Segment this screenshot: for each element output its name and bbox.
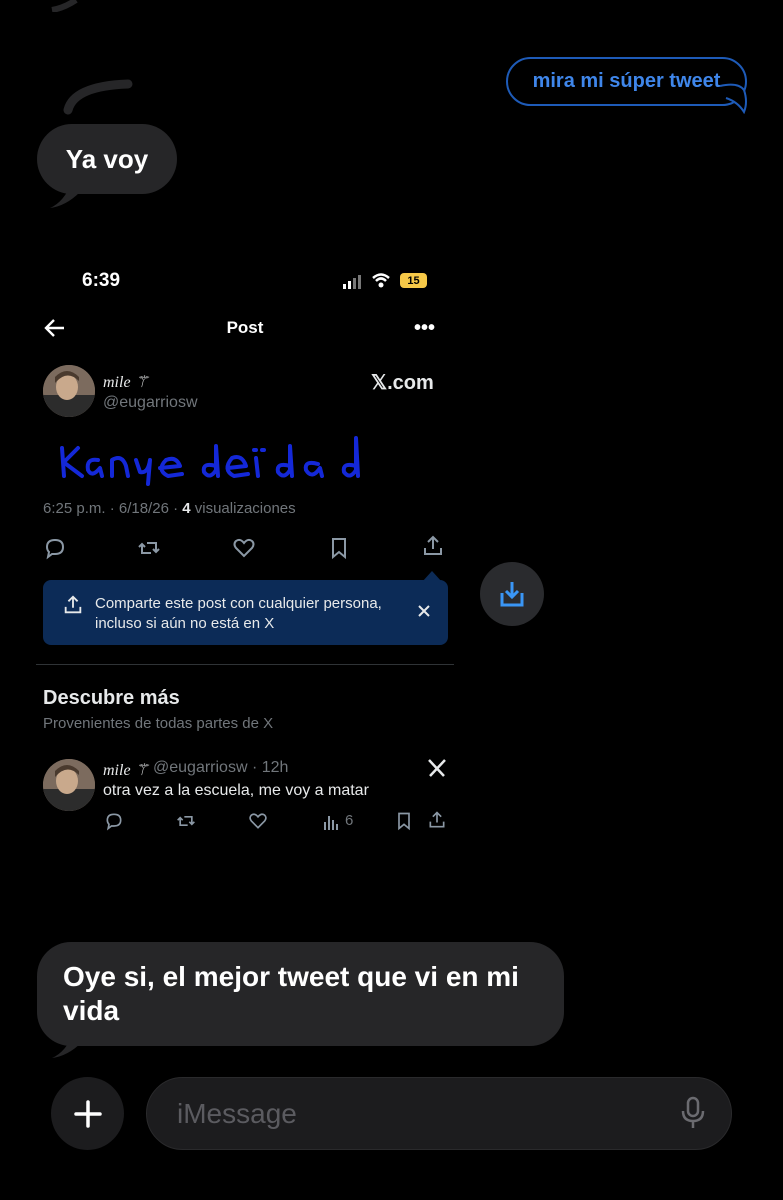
share-banner-text: Comparte este post con cualquier persona… bbox=[95, 595, 382, 632]
imessage-placeholder: iMessage bbox=[177, 1097, 297, 1129]
incoming-message-text: Oye si, el mejor tweet que vi en mi vida bbox=[63, 961, 519, 1026]
post-meta: 6:25 p.m. · 6/18/26 · 4 visualizaciones bbox=[43, 500, 296, 517]
reply-icon[interactable] bbox=[43, 536, 67, 560]
post-views-label: visualizaciones bbox=[190, 500, 296, 517]
microphone-icon[interactable] bbox=[680, 1096, 706, 1130]
post-header-title: Post bbox=[226, 318, 264, 337]
previous-bubble-tail bbox=[51, 0, 78, 12]
download-icon bbox=[500, 582, 524, 607]
typing-bubble-arc bbox=[63, 79, 133, 115]
apps-plus-button[interactable] bbox=[51, 1077, 124, 1150]
outgoing-message-text: mira mi súper tweet bbox=[532, 70, 721, 92]
outgoing-message[interactable]: mira mi súper tweet bbox=[506, 57, 747, 106]
bookmark-icon[interactable] bbox=[394, 811, 414, 831]
views-icon[interactable] bbox=[322, 812, 342, 832]
reply-icon[interactable] bbox=[104, 811, 124, 831]
share-icon[interactable] bbox=[427, 810, 447, 830]
author-avatar[interactable] bbox=[43, 365, 95, 417]
author-name[interactable]: mile ⚚ bbox=[103, 372, 149, 392]
status-time: 6:39 bbox=[82, 270, 121, 291]
incoming-message-text: Ya voy bbox=[65, 143, 149, 174]
post-views-count: 4 bbox=[182, 500, 191, 517]
author-avatar[interactable] bbox=[43, 759, 95, 811]
handwritten-tweet-drawing bbox=[60, 436, 360, 486]
tweet-text: otra vez a la escuela, me voy a matar bbox=[103, 782, 369, 799]
outgoing-bubble-tail bbox=[719, 83, 747, 114]
author-handle[interactable]: @eugarriosw bbox=[103, 394, 198, 412]
post-timestamp: 6:25 p.m. · 6/18/26 · bbox=[43, 500, 183, 517]
x-logo-icon bbox=[428, 759, 446, 777]
imessage-input[interactable]: iMessage bbox=[146, 1077, 732, 1150]
plus-icon bbox=[73, 1099, 102, 1128]
section-divider bbox=[36, 664, 454, 665]
share-icon bbox=[64, 595, 82, 614]
incoming-message[interactable]: Ya voy bbox=[37, 124, 177, 194]
tweet-views-count: 6 bbox=[345, 812, 354, 829]
back-arrow-icon[interactable] bbox=[44, 318, 66, 338]
discover-title: Descubre más bbox=[43, 687, 180, 709]
discover-subtitle: Provenientes de todas partes de X bbox=[43, 715, 274, 732]
incoming-message[interactable]: Oye si, el mejor tweet que vi en mi vida bbox=[37, 942, 564, 1046]
tweet-meta: @eugarriosw · 12h bbox=[153, 759, 289, 776]
share-icon[interactable] bbox=[421, 534, 445, 558]
more-icon[interactable]: ••• bbox=[414, 318, 440, 338]
tweet-author-name[interactable]: mile ⚚ bbox=[103, 760, 149, 780]
close-icon[interactable] bbox=[416, 603, 432, 619]
retweet-icon[interactable] bbox=[137, 536, 161, 560]
retweet-icon[interactable] bbox=[176, 811, 196, 831]
battery-level: 15 bbox=[407, 274, 420, 287]
x-com-label: 𝕏.com bbox=[371, 372, 434, 394]
like-icon[interactable] bbox=[248, 811, 268, 831]
battery-icon: 15 bbox=[400, 273, 427, 288]
download-button[interactable] bbox=[480, 562, 544, 626]
bookmark-icon[interactable] bbox=[327, 536, 351, 560]
like-icon[interactable] bbox=[232, 536, 256, 560]
